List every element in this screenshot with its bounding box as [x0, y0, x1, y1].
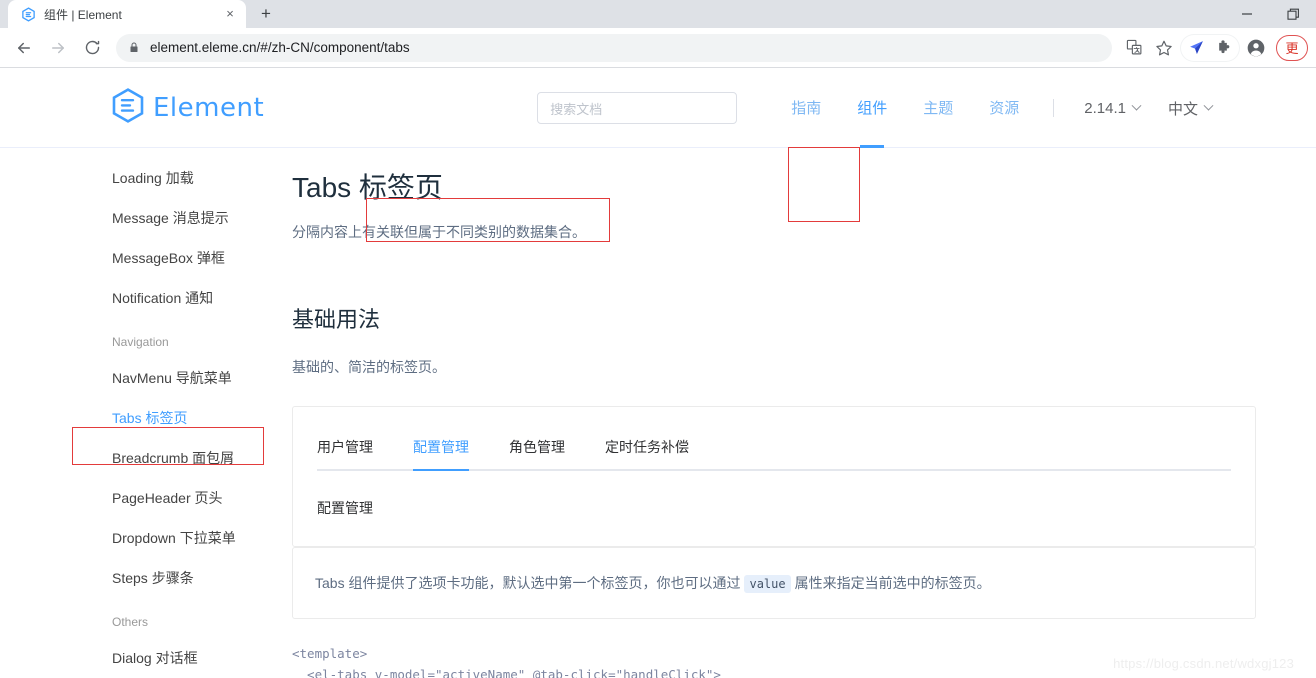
tab-role-management[interactable]: 角色管理	[489, 437, 585, 469]
code-line-1: <template>	[292, 645, 368, 661]
version-selector[interactable]: 2.14.1	[1070, 100, 1154, 117]
chevron-down-icon	[1131, 100, 1142, 111]
element-hex-logo-icon	[112, 88, 144, 128]
tab-panel-content: 配置管理	[317, 499, 373, 516]
sidebar-item-message[interactable]: Message 消息提示	[112, 198, 270, 238]
tip-block: Tabs 组件提供了选项卡功能，默认选中第一个标签页，你也可以通过 value 属性…	[292, 546, 1256, 619]
web-page: Element 搜索文档 指南 组件 主题 资源 2.14.1 中文 Loadi…	[0, 69, 1316, 678]
sidebar-item-dropdown[interactable]: Dropdown 下拉菜单	[112, 518, 270, 558]
page-subtitle: 分隔内容上有关联但属于不同类别的数据集合。	[292, 223, 586, 240]
demo-block: 用户管理 配置管理 角色管理 定时任务补偿 配置管理	[292, 405, 1256, 547]
sidebar-item-loading[interactable]: Loading 加载	[112, 158, 270, 198]
tip-text-before: Tabs 组件提供了选项卡功能，默认选中第一个标签页，你也可以通过	[315, 574, 741, 591]
site-nav: 指南 组件 主题 资源 2.14.1 中文	[773, 69, 1226, 148]
demo-inner: 用户管理 配置管理 角色管理 定时任务补偿 配置管理	[293, 407, 1255, 546]
element-brand-logo[interactable]: Element	[112, 88, 264, 128]
site-header: Element 搜索文档 指南 组件 主题 资源 2.14.1 中文	[0, 69, 1316, 148]
window-controls	[1224, 0, 1316, 28]
page-body: Loading 加载 Message 消息提示 MessageBox 弹框 No…	[0, 148, 1316, 678]
el-tabs-header: 用户管理 配置管理 角色管理 定时任务补偿	[317, 431, 1231, 471]
sidebar-item-navmenu[interactable]: NavMenu 导航菜单	[112, 358, 270, 398]
paper-plane-icon[interactable]	[1182, 34, 1210, 62]
browser-tab[interactable]: 组件 | Element ×	[8, 0, 246, 28]
code-line-2: <el-tabs v-model="activeName" @tab-click…	[292, 666, 721, 678]
tab-scheduled-task[interactable]: 定时任务补偿	[585, 437, 709, 469]
bookmark-star-icon[interactable]	[1150, 34, 1178, 62]
sidebar-item-steps[interactable]: Steps 步骤条	[112, 558, 270, 598]
tip-text: Tabs 组件提供了选项卡功能，默认选中第一个标签页，你也可以通过 value 属性…	[293, 548, 1255, 618]
inline-code-value: value	[744, 574, 791, 593]
more-extension-button[interactable]: 更	[1276, 34, 1308, 61]
sidebar-item-messagebox[interactable]: MessageBox 弹框	[112, 238, 270, 278]
code-block: <template> <el-tabs v-model="activeName"…	[292, 643, 1256, 678]
translate-icon[interactable]	[1120, 34, 1148, 62]
page-title: Tabs 标签页	[292, 172, 443, 203]
address-bar[interactable]: element.eleme.cn/#/zh-CN/component/tabs	[116, 33, 1112, 62]
address-bar-url: element.eleme.cn/#/zh-CN/component/tabs	[150, 40, 410, 55]
element-logo-icon	[20, 6, 36, 22]
nav-item-component[interactable]: 组件	[839, 69, 905, 148]
search-placeholder: 搜索文档	[550, 101, 603, 117]
browser-toolbar: element.eleme.cn/#/zh-CN/component/tabs	[0, 28, 1316, 68]
section-description: 基础的、简洁的标签页。	[292, 358, 446, 375]
section-title: 基础用法	[292, 306, 381, 332]
back-icon[interactable]	[8, 32, 40, 64]
element-logo-text: Element	[153, 93, 265, 123]
maximize-restore-icon[interactable]	[1270, 0, 1316, 28]
language-label: 中文	[1167, 100, 1198, 118]
tab-user-management[interactable]: 用户管理	[317, 437, 393, 469]
browser-tab-title: 组件 | Element	[44, 7, 122, 22]
docs-sidebar: Loading 加载 Message 消息提示 MessageBox 弹框 No…	[0, 148, 270, 677]
sidebar-item-tabs[interactable]: Tabs 标签页	[112, 398, 270, 438]
new-tab-button[interactable]: +	[252, 0, 280, 28]
sidebar-item-notification[interactable]: Notification 通知	[112, 278, 270, 318]
close-icon[interactable]: ×	[222, 6, 238, 22]
language-selector[interactable]: 中文	[1154, 98, 1226, 119]
sidebar-item-breadcrumb[interactable]: Breadcrumb 面包屑	[112, 438, 270, 478]
sidebar-group-others: Others	[112, 615, 149, 629]
version-label: 2.14.1	[1084, 99, 1126, 117]
search-input[interactable]: 搜索文档	[537, 92, 738, 124]
nav-divider	[1053, 99, 1055, 117]
sidebar-group-navigation: Navigation	[112, 335, 169, 349]
sidebar-item-pageheader[interactable]: PageHeader 页头	[112, 478, 270, 518]
nav-item-theme[interactable]: 主题	[905, 69, 971, 148]
browser-tabstrip: 组件 | Element × +	[0, 0, 1316, 28]
forward-icon	[42, 32, 74, 64]
account-avatar-icon[interactable]	[1242, 34, 1270, 62]
extensions-group	[1180, 33, 1240, 62]
puzzle-piece-icon[interactable]	[1210, 34, 1238, 62]
lock-icon	[128, 41, 140, 54]
browser-window: 组件 | Element × + element.eleme.cn/#/zh-C…	[0, 0, 1316, 678]
reload-icon[interactable]	[76, 32, 108, 64]
nav-item-resource[interactable]: 资源	[971, 69, 1037, 148]
sidebar-item-dialog[interactable]: Dialog 对话框	[112, 638, 270, 678]
chevron-down-icon	[1203, 100, 1214, 111]
tab-config-management[interactable]: 配置管理	[393, 437, 489, 471]
tip-text-after: 属性来指定当前选中的标签页。	[794, 574, 991, 591]
nav-item-guide[interactable]: 指南	[773, 69, 839, 148]
docs-content: Tabs 标签页 分隔内容上有关联但属于不同类别的数据集合。 基础用法 基础的、…	[270, 148, 1316, 678]
toolbar-icons: 更	[1120, 33, 1308, 62]
minimize-icon[interactable]	[1224, 0, 1270, 28]
